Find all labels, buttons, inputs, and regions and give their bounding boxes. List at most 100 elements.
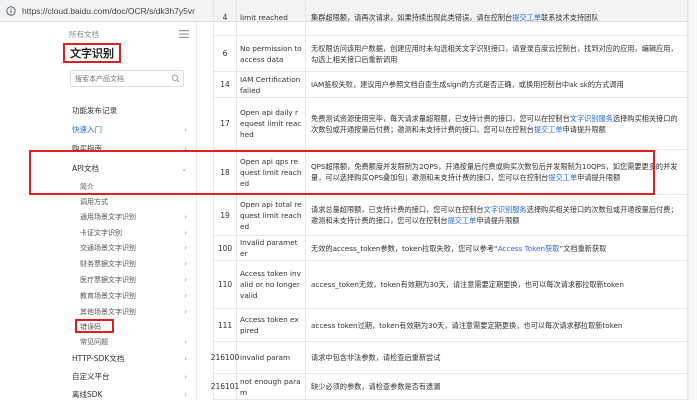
error-description-cell: access_token无效，token有效期为30天，请注意需要定期更换，也可… <box>306 261 688 308</box>
info-icon[interactable] <box>6 5 16 16</box>
description-text: access_token无效，token有效期为30天，请注意需要定期更换，也可… <box>311 280 624 289</box>
description-text: 无效的access_token参数，token拉取失败，您可以参考“ <box>311 243 498 253</box>
sidebar-item[interactable]: 医疗票据文字识别 › <box>80 273 187 286</box>
sidebar-item[interactable]: 功能发布记录 <box>72 104 187 117</box>
sidebar-item-label: 快速入门 <box>72 125 102 134</box>
error-description-cell: 无权限访问该用户数据，创建应用时未勾选相关文字识别接口，请登录百度云控制台，找到… <box>306 36 688 71</box>
sidebar-item[interactable]: 教育场景文字识别 › <box>80 289 187 302</box>
sidebar-item[interactable]: 离线SDK › <box>72 388 187 400</box>
table-row: 4 limit reached 集群超限额，请再次请求，如果持续出现此类错误，请在控… <box>213 0 688 36</box>
chevron-icon[interactable]: › <box>184 391 187 399</box>
table-row: 18 Open api qps request limit reached QPS超… <box>213 150 688 195</box>
error-code-cell: 100 <box>213 236 237 260</box>
doc-link[interactable]: Access Token获取 <box>498 244 560 253</box>
error-code-cell: 6 <box>213 36 237 71</box>
error-message-cell: Open api qps request limit reached <box>237 150 306 194</box>
error-description-cell: 请求总量超限额，已支持计费的接口，您可以在控制台文字识别服务选择购买相关接口的次… <box>306 195 688 235</box>
description-text: access token过期，token有效期为30天，请注意需要定期更换，也可… <box>311 320 623 330</box>
description-text: IAM鉴权失败，建议用户参照文档自查生成sign的方式是否正确，或换用控制台中a… <box>311 80 624 89</box>
doc-link[interactable]: 文字识别服务 <box>484 205 527 214</box>
all-docs-link[interactable]: 所有文档 <box>69 29 99 40</box>
description-text: 申请提升限额 <box>476 216 520 225</box>
error-message-cell: Invalid parameter <box>237 236 306 260</box>
doc-link[interactable]: 提交工单 <box>548 173 577 182</box>
sidebar-item[interactable]: 其他场景文字识别 › <box>80 305 187 318</box>
sidebar-item-label: 常见问题 <box>80 337 108 346</box>
sidebar-item-label: 离线SDK <box>72 390 103 399</box>
menu-icon[interactable] <box>179 30 189 38</box>
chevron-icon[interactable]: ⌄ <box>181 165 187 173</box>
description-text: QPS超限额，免费额度并发限制为2QPS，开通按量后付费或购买次数包后并发限制为… <box>311 162 678 182</box>
sidebar-item[interactable]: HTTP-SDK文档 › <box>72 352 187 365</box>
error-code-cell: 110 <box>213 261 237 308</box>
sidebar-item-label: 交通场景文字识别 <box>80 243 136 252</box>
chevron-icon[interactable]: › <box>184 213 187 221</box>
sidebar-item-label: 通用场景文字识别 <box>80 212 136 221</box>
table-row: 6 No permission to access data 无权限访问该用户数据，… <box>213 36 688 72</box>
sidebar-item[interactable]: 常见问题 › <box>80 335 187 348</box>
error-code-cell: 4 <box>213 0 237 35</box>
sidebar-item[interactable]: 通用场景文字识别 › <box>80 210 187 223</box>
error-code-cell: 14 <box>213 72 237 97</box>
table-row: 110 Access token invalid or no longer val… <box>213 261 688 309</box>
chevron-icon[interactable]: › <box>184 373 187 381</box>
chevron-icon[interactable]: › <box>184 260 187 268</box>
chevron-icon[interactable]: › <box>184 229 187 237</box>
table-row: 111 Access token expired access token过期，to… <box>213 309 688 342</box>
sidebar-item[interactable]: API文档 ⌄ <box>72 162 187 175</box>
doc-link[interactable]: 提交工单 <box>448 216 477 225</box>
error-code-cell: 18 <box>213 150 237 194</box>
sidebar-item[interactable]: 卡证文字识别 › <box>80 226 187 239</box>
doc-link[interactable]: 文字识别服务 <box>570 114 613 123</box>
error-code-cell: 19 <box>213 195 237 235</box>
chevron-icon[interactable]: › <box>184 308 187 316</box>
table-row: 216100 invalid param 请求中包含非法参数，请检查后重新尝试 <box>211 342 688 374</box>
error-description-cell: QPS超限额，免费额度并发限制为2QPS，开通按量后付费或购买次数包后并发限制为… <box>306 150 688 194</box>
chevron-icon[interactable]: › <box>184 292 187 300</box>
doc-link[interactable]: 提交工单 <box>512 13 541 22</box>
description-text: 免费测试资源使用完毕，每天请求量超限额，已支持计费的接口，您可以在控制台 <box>311 113 570 123</box>
table-row: 100 Invalid parameter 无效的access_token参数，to… <box>213 236 688 261</box>
chevron-icon[interactable]: › <box>184 126 187 134</box>
doc-sidebar: 所有文档 文字识别 功能发布记录快速入门 › 购买指南 › API文档 ⌄ 简介调用方式通用… <box>60 22 197 400</box>
sidebar-item[interactable]: 简介 <box>80 180 187 193</box>
chevron-icon[interactable]: › <box>184 145 187 153</box>
sidebar-item[interactable]: 自定义平台 › <box>72 370 187 383</box>
error-message-cell: limit reached <box>237 0 306 35</box>
chevron-icon[interactable]: › <box>184 276 187 284</box>
url-text[interactable]: https://cloud.baidu.com/doc/OCR/s/dk3h7y… <box>22 6 195 16</box>
sidebar-item[interactable]: 交通场景文字识别 › <box>80 241 187 254</box>
error-code-cell: 17 <box>213 98 237 149</box>
sidebar-item[interactable]: 购买指南 › <box>72 142 187 155</box>
sidebar-item-label: 调用方式 <box>80 197 108 206</box>
chevron-icon[interactable]: › <box>184 244 187 252</box>
sidebar-item-label: 简介 <box>80 182 94 191</box>
page-scrollbar[interactable] <box>688 0 697 400</box>
sidebar-item[interactable]: 快速入门 › <box>72 123 187 136</box>
description-text: 申请提升限额 <box>577 173 621 182</box>
table-row: 17 Open api daily request limit reached 免费… <box>213 98 688 150</box>
product-title: 文字识别 <box>63 43 121 63</box>
sidebar-item[interactable]: 财务票据文字识别 › <box>80 257 187 270</box>
doc-search-box[interactable] <box>70 70 184 87</box>
sidebar-item-label: API文档 <box>72 164 99 173</box>
sidebar-item-label: 卡证文字识别 <box>80 228 122 237</box>
error-message-cell: invalid param <box>237 342 306 373</box>
error-code-cell: 216101 <box>211 374 239 399</box>
description-text: ”文档重新获取 <box>559 243 607 253</box>
doc-link[interactable]: 提交工单 <box>534 125 563 134</box>
description-text: 请求总量超限额，已支持计费的接口，您可以在控制台 <box>311 205 484 214</box>
description-text: 请求中包含非法参数，请检查后重新尝试 <box>311 353 441 362</box>
sidebar-item[interactable]: 调用方式 <box>80 195 187 208</box>
doc-search-input[interactable] <box>75 74 171 83</box>
search-icon[interactable] <box>171 74 180 83</box>
chevron-icon[interactable]: › <box>184 355 187 363</box>
error-message-cell: IAM Certification failed <box>237 72 306 97</box>
error-description-cell: 无效的access_token参数，token拉取失败，您可以参考“Access… <box>306 236 688 260</box>
error-description-cell: 缺少必须的参数，请检查参数是否有遗漏 <box>306 374 688 399</box>
error-code-table: 4 limit reached 集群超限额，请再次请求，如果持续出现此类错误，请在控… <box>211 0 688 400</box>
sidebar-item-label: HTTP-SDK文档 <box>72 354 125 363</box>
error-code-highlight <box>75 319 114 333</box>
sidebar-item-label: 医疗票据文字识别 <box>80 275 136 284</box>
chevron-icon[interactable]: › <box>184 338 187 346</box>
